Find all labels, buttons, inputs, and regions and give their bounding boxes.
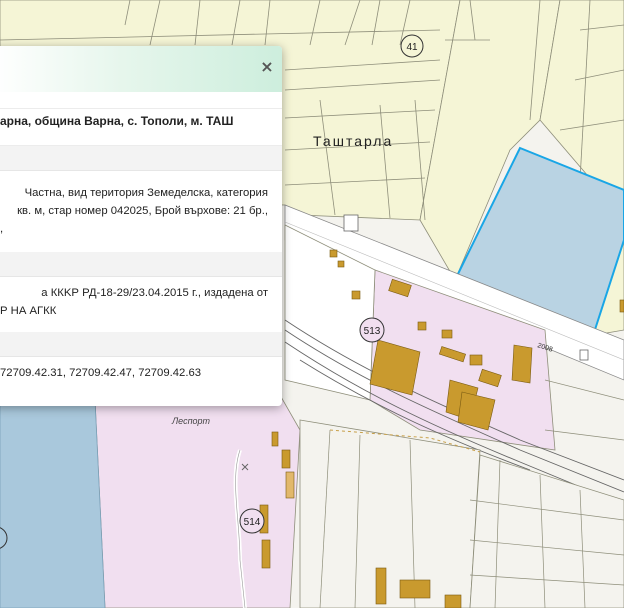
section-band (0, 332, 282, 357)
water-body (0, 399, 106, 608)
property-line-3: , (0, 223, 4, 235)
svg-text:513: 513 (364, 326, 381, 337)
parcel-info-popup: × арна, община Варна, с. Тополи, м. ТАШ … (0, 46, 282, 406)
property-description: Частна, вид територия Земеделска, катего… (0, 184, 268, 238)
order-line-1: а ККKР РД-18-29/23.04.2015 г., издадена … (41, 287, 268, 299)
neighbour-parcels: 72709.42.31, 72709.42.47, 72709.42.63 (0, 364, 268, 382)
road-number-41: 41 (400, 34, 424, 58)
svg-text:41: 41 (406, 42, 418, 53)
road-number-514: 514 (239, 508, 265, 534)
port-zone[interactable] (94, 394, 301, 608)
property-line-1: Частна, вид територия Земеделска, катего… (24, 187, 268, 199)
place-label: Таштарла (313, 133, 393, 149)
property-line-2: кв. м, стар номер 042025, Брой върхове: … (17, 205, 268, 217)
neighbour-list: 72709.42.31, 72709.42.47, 72709.42.63 (0, 367, 202, 379)
secondary-place-label: Леспорт (171, 416, 211, 426)
svg-text:514: 514 (244, 517, 261, 528)
road-number-513: 513 (359, 317, 385, 343)
close-icon[interactable]: × (258, 58, 276, 76)
popup-header: × (0, 46, 282, 92)
order-description: а ККKР РД-18-29/23.04.2015 г., издадена … (0, 284, 268, 320)
popup-title: арна, община Варна, с. Тополи, м. ТАШ (0, 108, 282, 146)
order-line-2: Р НА АГКК (0, 305, 57, 317)
section-band (0, 146, 282, 171)
section-band (0, 252, 282, 277)
